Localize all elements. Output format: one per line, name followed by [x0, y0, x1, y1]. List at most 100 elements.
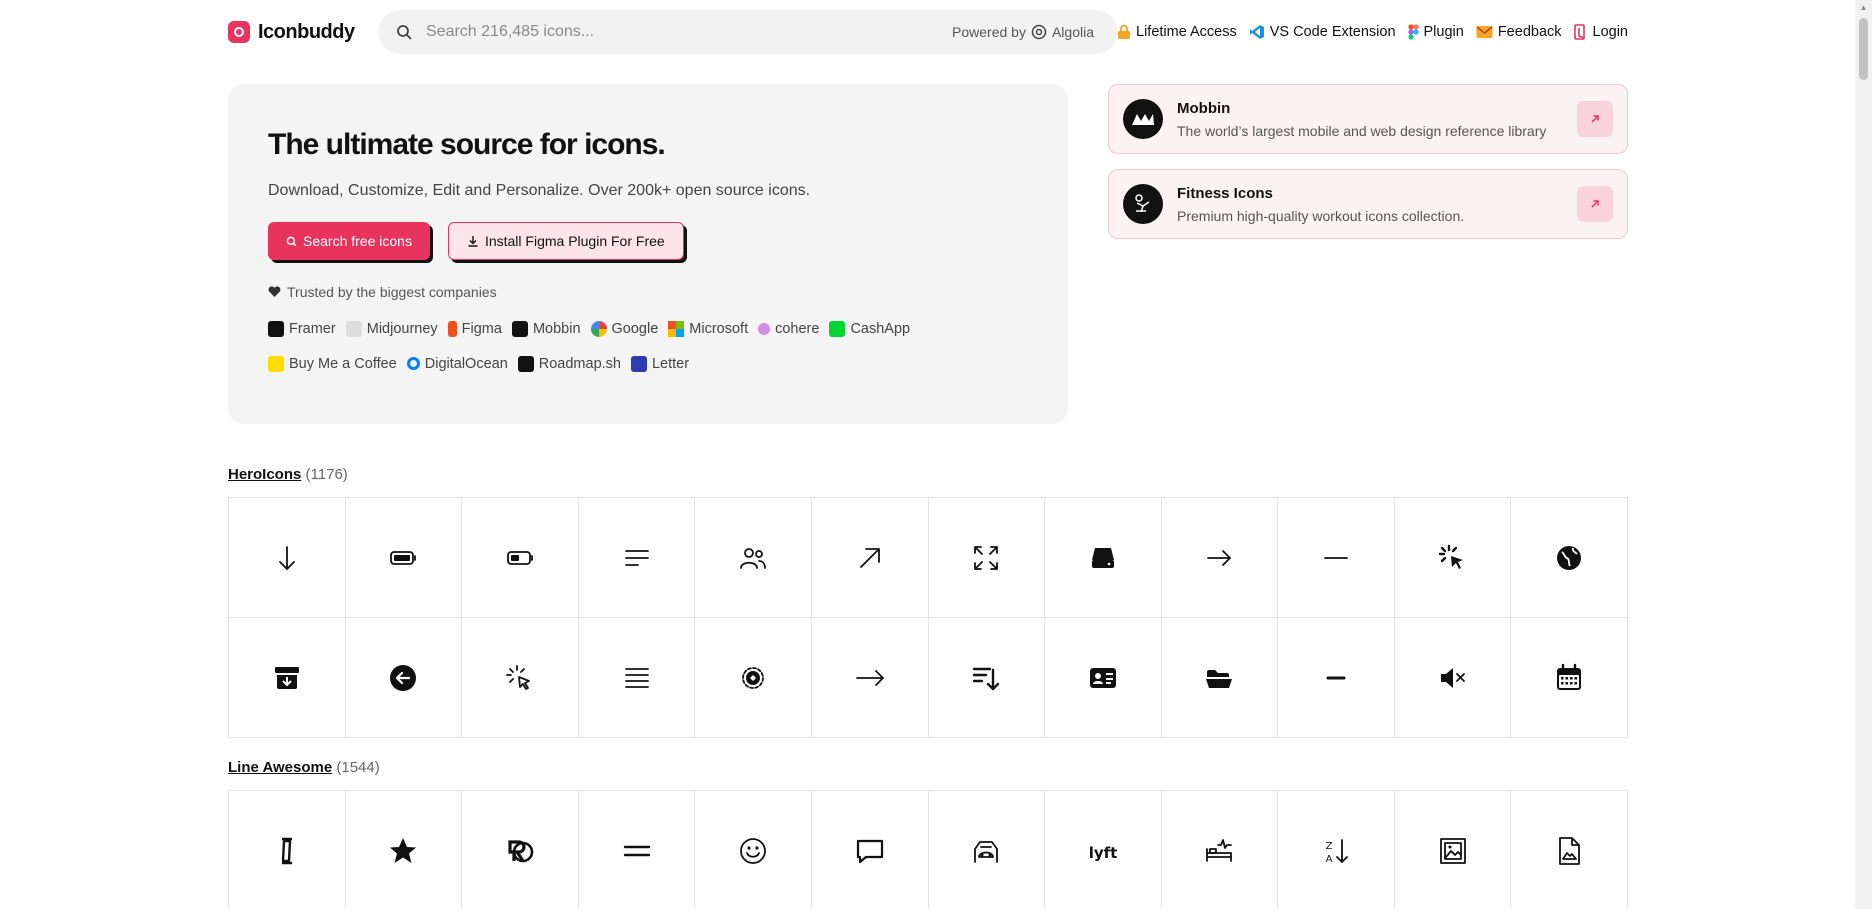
company-label: Google	[611, 320, 659, 337]
nav-label: Plugin	[1423, 24, 1464, 40]
company-label: Roadmap.sh	[538, 355, 621, 372]
icon-cell[interactable]	[1511, 618, 1628, 738]
equals-icon	[623, 845, 650, 856]
users-icon	[740, 547, 767, 569]
icon-cell[interactable]	[345, 498, 463, 618]
icon-cell[interactable]	[1395, 791, 1512, 909]
ad-fitness-icons[interactable]: Fitness Icons Premium high-quality worko…	[1108, 169, 1628, 239]
calendar-icon	[1557, 663, 1582, 690]
install-figma-plugin-button[interactable]: Install Figma Plugin For Free	[447, 222, 684, 260]
nav-plugin[interactable]: Plugin	[1407, 24, 1464, 40]
icon-cell[interactable]	[929, 791, 1046, 909]
file-image-icon	[1559, 836, 1581, 865]
icon-cell[interactable]	[1045, 618, 1162, 738]
company-midjourney[interactable]: Midjourney	[345, 316, 438, 341]
cohere-icon	[758, 322, 771, 335]
icon-grid-line-awesome: lyft Z A	[228, 790, 1628, 909]
scroll-up-icon[interactable]: ▲	[1859, 3, 1868, 12]
icon-cell[interactable]	[1511, 791, 1628, 909]
nav-vscode-extension[interactable]: VS Code Extension	[1249, 24, 1396, 40]
external-link-icon[interactable]	[1577, 101, 1613, 137]
sort-down-icon	[973, 667, 1000, 690]
roadmap-icon	[517, 355, 534, 372]
car-crash-icon	[974, 840, 999, 863]
company-framer[interactable]: Framer	[268, 316, 336, 341]
icon-cell[interactable]	[229, 618, 346, 738]
minus-small-icon	[1326, 676, 1346, 679]
trusted-label: Trusted by the biggest companies	[268, 284, 1028, 300]
icon-cell[interactable]	[579, 791, 696, 909]
icon-cell[interactable]	[1278, 498, 1395, 618]
icon-cell[interactable]	[1511, 498, 1628, 618]
search-input[interactable]	[426, 23, 953, 41]
icon-cell[interactable]	[1162, 791, 1279, 909]
company-list: Framer Midjourney Figma Mobbin Google Mi…	[268, 316, 988, 376]
ad-title: Mobbin	[1177, 99, 1231, 117]
external-link-icon[interactable]	[1577, 186, 1613, 222]
icon-grid-heroicons	[228, 497, 1628, 738]
icon-cell[interactable]	[1161, 618, 1279, 738]
comment-icon	[856, 839, 883, 863]
set-link[interactable]: HeroIcons	[228, 466, 301, 483]
powered-by-algolia[interactable]: Powered by Algolia	[952, 24, 1094, 40]
search-free-icons-button[interactable]: Search free icons	[268, 222, 430, 260]
set-link[interactable]: Line Awesome	[228, 759, 332, 776]
company-cashapp[interactable]: CashApp	[829, 316, 910, 341]
company-microsoft[interactable]: Microsoft	[668, 316, 748, 341]
icon-cell[interactable]	[345, 618, 463, 738]
arrow-right-long-icon	[855, 669, 884, 686]
icon-cell[interactable]	[229, 791, 346, 909]
nav-login[interactable]: Login	[1573, 24, 1628, 40]
icon-cell[interactable]	[695, 498, 812, 618]
svg-text:A: A	[1326, 854, 1333, 865]
icon-cell[interactable]	[695, 791, 812, 909]
scroll-thumb[interactable]	[1859, 18, 1868, 80]
icon-cell[interactable]	[346, 791, 463, 909]
company-digitalocean[interactable]: DigitalOcean	[406, 351, 508, 376]
company-buymeacoffee[interactable]: Buy Me a Coffee	[268, 351, 397, 376]
company-google[interactable]: Google	[590, 316, 659, 341]
search-bar[interactable]: Powered by Algolia	[378, 10, 1118, 54]
lock-icon	[1118, 24, 1131, 39]
icon-cell[interactable]	[578, 498, 696, 618]
nav-lifetime-access[interactable]: Lifetime Access	[1117, 24, 1237, 40]
nav-label: VS Code Extension	[1269, 24, 1396, 40]
icon-cell[interactable]	[462, 498, 579, 618]
icon-cell[interactable]: lyft	[1045, 791, 1162, 909]
icon-cell[interactable]	[462, 791, 579, 909]
icon-cell[interactable]	[1045, 498, 1162, 618]
lyft-icon: lyft	[1089, 844, 1118, 862]
nav-feedback[interactable]: Feedback	[1476, 24, 1562, 40]
smile-icon	[740, 837, 767, 864]
icon-cell[interactable]	[695, 618, 812, 738]
company-cohere[interactable]: cohere	[758, 316, 819, 341]
icon-cell[interactable]	[1161, 498, 1279, 618]
icon-cell[interactable]	[811, 618, 929, 738]
icon-cell[interactable]	[1278, 618, 1395, 738]
icon-cell[interactable]	[928, 618, 1046, 738]
company-label: Microsoft	[689, 320, 749, 337]
company-figma[interactable]: Figma	[447, 316, 502, 341]
search-icon	[286, 236, 297, 247]
company-letter[interactable]: Letter	[630, 351, 689, 376]
icon-cell[interactable]	[1394, 498, 1512, 618]
icon-cell[interactable]	[812, 791, 929, 909]
icon-cell[interactable]	[1394, 618, 1512, 738]
cashapp-icon	[829, 320, 846, 337]
logo[interactable]: Iconbuddy	[228, 21, 378, 44]
fitness-logo-icon	[1123, 184, 1163, 224]
icon-cell[interactable]	[229, 498, 346, 618]
svg-text:Z: Z	[1326, 841, 1333, 852]
company-roadmap[interactable]: Roadmap.sh	[517, 351, 621, 376]
ad-mobbin[interactable]: Mobbin The world’s largest mobile and we…	[1108, 84, 1628, 154]
icon-cell[interactable]	[928, 498, 1046, 618]
search-icon	[397, 25, 412, 40]
page-scrollbar[interactable]: ▲	[1855, 0, 1872, 909]
icon-cell[interactable]	[578, 618, 696, 738]
company-mobbin[interactable]: Mobbin	[511, 316, 581, 341]
icon-cell[interactable]	[811, 498, 929, 618]
arrow-down-icon	[278, 545, 295, 570]
framer-icon	[268, 320, 284, 337]
icon-cell[interactable]: ZA	[1278, 791, 1395, 909]
icon-cell[interactable]	[462, 618, 579, 738]
